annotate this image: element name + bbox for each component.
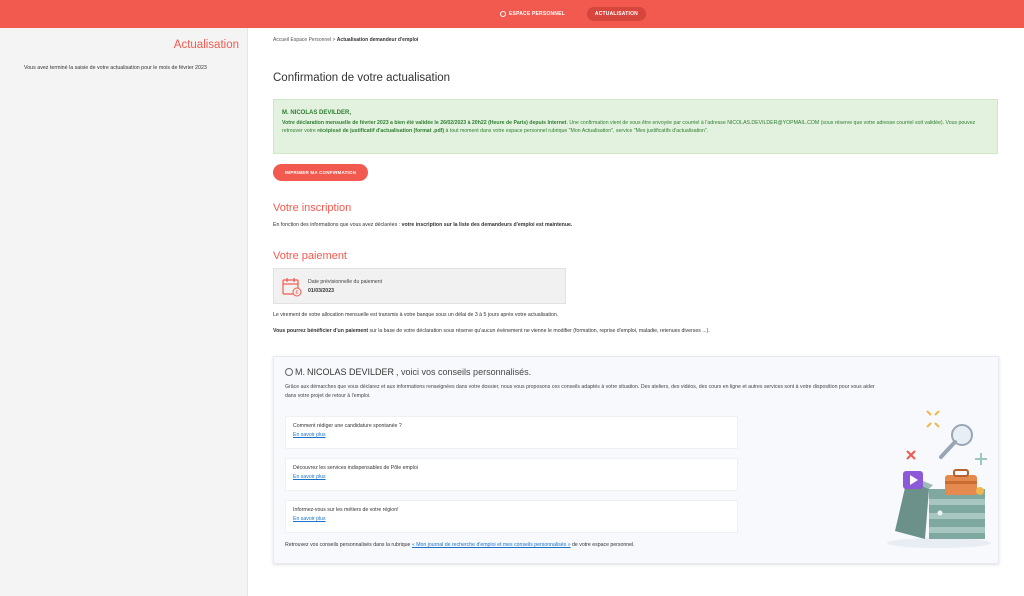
confirmation-bold-2: récépissé de justificatif d'actualisatio… bbox=[317, 128, 445, 135]
svg-text:€: € bbox=[295, 290, 298, 296]
left-panel-title: Actualisation bbox=[173, 39, 239, 51]
nav-espace-personnel-label: ESPACE PERSONNEL bbox=[509, 11, 565, 17]
paiement-title: Votre paiement bbox=[273, 250, 347, 262]
payment-condition-text: Vous pourrez bénéficier d'un paiement su… bbox=[273, 328, 710, 334]
payment-date-value: 01/03/2023 bbox=[308, 288, 334, 294]
inscription-text-bold: votre inscription sur la liste des deman… bbox=[401, 222, 573, 228]
search-icon bbox=[500, 11, 506, 17]
advice-tip: Informez-vous sur les métiers de votre r… bbox=[285, 500, 738, 533]
inscription-text-plain: En fonction des informations que vous av… bbox=[273, 222, 402, 228]
advice-footer-text: Retrouvez vos conseils personnalisés dan… bbox=[285, 542, 412, 548]
advice-tip-question: Comment rédiger une candidature spontané… bbox=[293, 423, 402, 429]
left-panel: Actualisation Vous avez terminé la saisi… bbox=[0, 28, 248, 596]
breadcrumb: Accueil Espace Personnel > Actualisation… bbox=[273, 37, 418, 43]
advice-footer-end: de votre espace personnel. bbox=[570, 542, 635, 548]
nav-espace-personnel[interactable]: ESPACE PERSONNEL bbox=[500, 11, 565, 17]
confirmation-text-2: à tout moment dans votre espace personne… bbox=[444, 128, 709, 135]
calendar-euro-icon: € bbox=[282, 278, 302, 297]
search-icon bbox=[285, 368, 293, 376]
breadcrumb-home[interactable]: Accueil Espace Personnel bbox=[273, 37, 331, 43]
advice-title-suffix: , voici vos conseils personnalisés. bbox=[396, 367, 532, 377]
page-title: Confirmation de votre actualisation bbox=[273, 72, 451, 84]
breadcrumb-separator: > bbox=[332, 37, 336, 43]
inscription-title: Votre inscription bbox=[273, 202, 352, 214]
payment-date-card: € Date prévisionnelle du paiement 01/03/… bbox=[273, 268, 566, 304]
advice-intro: Grâce aux démarches que vous déclarez et… bbox=[285, 384, 875, 400]
advice-illustration bbox=[887, 410, 991, 548]
advice-tip-question: Informez-vous sur les métiers de votre r… bbox=[293, 507, 399, 513]
advice-tip-link[interactable]: En savoir plus bbox=[293, 474, 326, 480]
breadcrumb-current: Actualisation demandeur d'emploi bbox=[336, 37, 419, 43]
payment-info-text: Le virement de votre allocation mensuell… bbox=[273, 312, 559, 318]
print-confirmation-button[interactable]: IMPRIMER MA CONFIRMATION bbox=[273, 164, 368, 181]
advice-title-name: NICOLAS DEVILDER bbox=[307, 367, 395, 377]
advice-footer: Retrouvez vos conseils personnalisés dan… bbox=[285, 542, 635, 548]
advice-tip: Découvrez les services indispensables de… bbox=[285, 458, 738, 491]
advice-card: M. NICOLAS DEVILDER , voici vos conseils… bbox=[273, 356, 999, 564]
confirmation-bold-1: Votre déclaration mensuelle de février 2… bbox=[282, 120, 567, 127]
confirmation-name: M. NICOLAS DEVILDER, bbox=[282, 110, 352, 116]
payment-date-label: Date prévisionnelle du paiement bbox=[308, 279, 383, 285]
payment-condition-plain: sur la base de votre déclaration sous ré… bbox=[368, 328, 710, 334]
advice-tip-link[interactable]: En savoir plus bbox=[293, 516, 326, 522]
left-panel-text: Vous avez terminé la saisie de votre act… bbox=[24, 65, 207, 71]
payment-condition-bold: Vous pourrez bénéficier d'un paiement bbox=[273, 328, 369, 334]
advice-title: M. NICOLAS DEVILDER , voici vos conseils… bbox=[285, 367, 531, 377]
confirmation-message: M. NICOLAS DEVILDER, Votre déclaration me… bbox=[273, 99, 998, 154]
advice-tip: Comment rédiger une candidature spontané… bbox=[285, 416, 738, 449]
advice-title-prefix: M. bbox=[295, 367, 305, 377]
nav-actualisation-label: ACTUALISATION bbox=[594, 11, 638, 17]
inscription-text: En fonction des informations que vous av… bbox=[273, 222, 572, 228]
top-nav: ESPACE PERSONNEL ACTUALISATION bbox=[500, 7, 646, 21]
nav-actualisation[interactable]: ACTUALISATION bbox=[586, 7, 646, 21]
advice-tip-question: Découvrez les services indispensables de… bbox=[293, 465, 418, 471]
top-bar: ESPACE PERSONNEL ACTUALISATION bbox=[0, 0, 1024, 28]
journal-link[interactable]: « Mon journal de recherche d'emploi et m… bbox=[412, 542, 571, 548]
advice-tip-link[interactable]: En savoir plus bbox=[293, 432, 326, 438]
